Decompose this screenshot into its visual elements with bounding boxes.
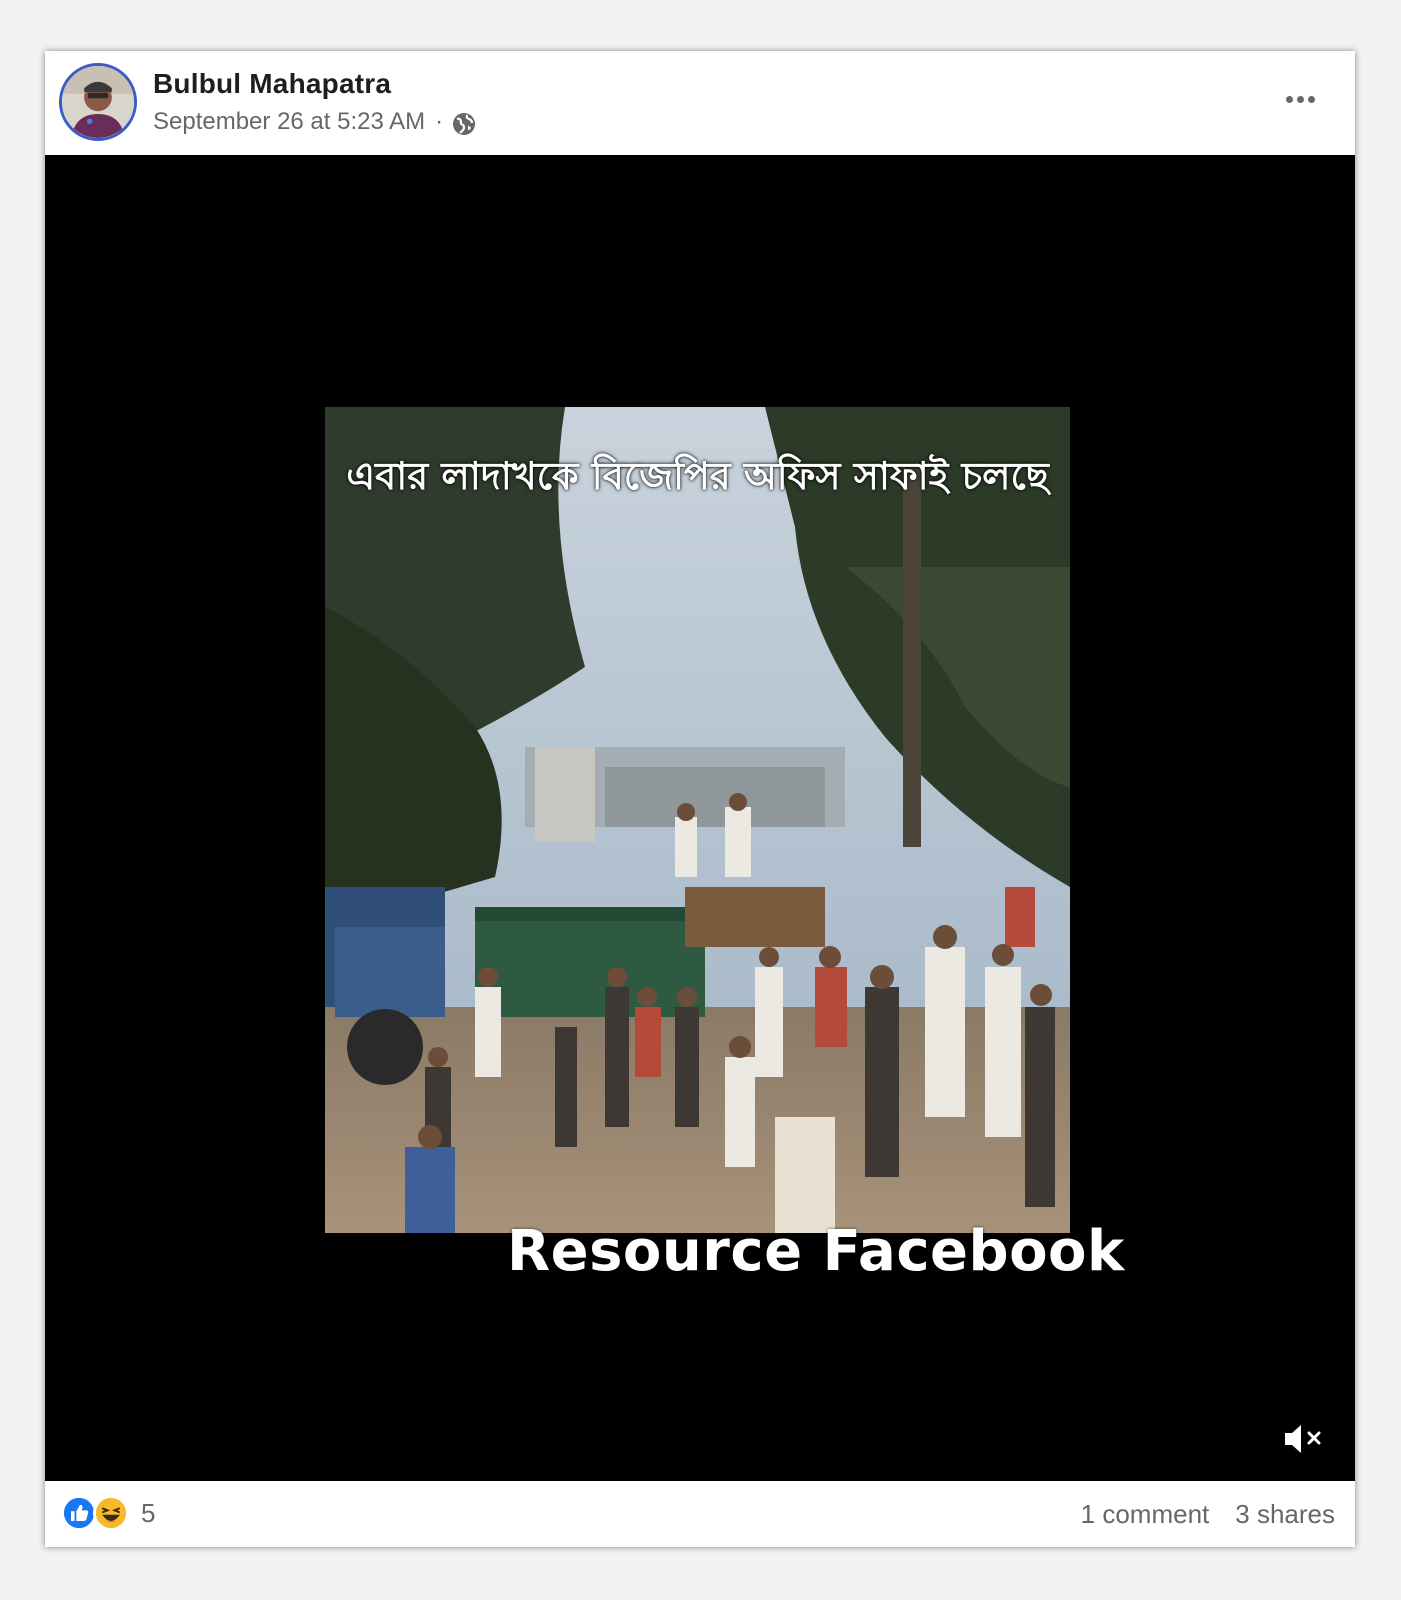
author-name[interactable]: Bulbul Mahapatra: [153, 68, 391, 100]
video-caption: এবার লাদাখকে বিজেপির অফিস সাফাই চলছে: [346, 454, 1049, 498]
volume-muted-icon[interactable]: [1281, 1417, 1325, 1461]
post-header: Bulbul Mahapatra September 26 at 5:23 AM…: [45, 51, 1355, 155]
video-scene: [325, 407, 1070, 1233]
video-player[interactable]: এবার লাদাখকে বিজেপির অফিস সাফাই চলছে Res…: [45, 155, 1355, 1481]
globe-icon: [451, 111, 477, 137]
comments-link[interactable]: 1 comment: [1081, 1499, 1210, 1530]
haha-icon: [93, 1495, 129, 1531]
reactions-summary[interactable]: 5: [61, 1495, 155, 1531]
reaction-count: 5: [141, 1497, 156, 1528]
like-icon: [61, 1495, 97, 1531]
meta-separator: ·: [435, 108, 444, 135]
dot: [1296, 95, 1304, 103]
post-timestamp[interactable]: September 26 at 5:23 AM: [153, 108, 425, 136]
video-watermark: Resource Facebook: [507, 1219, 1125, 1284]
post-meta: September 26 at 5:23 AM ·: [153, 107, 477, 137]
video-frame[interactable]: এবার লাদাখকে বিজেপির অফিস সাফাই চলছে: [325, 407, 1070, 1233]
engagement-stats: 1 comment 3 shares: [1081, 1499, 1335, 1530]
avatar-image: [62, 66, 134, 138]
dot: [1307, 95, 1315, 103]
dot: [1285, 95, 1293, 103]
author-avatar[interactable]: [59, 63, 137, 141]
post-footer: 5 1 comment 3 shares: [45, 1481, 1355, 1547]
shares-link[interactable]: 3 shares: [1235, 1499, 1335, 1530]
more-options-icon[interactable]: [1279, 81, 1321, 117]
post-card: Bulbul Mahapatra September 26 at 5:23 AM…: [45, 51, 1355, 1547]
